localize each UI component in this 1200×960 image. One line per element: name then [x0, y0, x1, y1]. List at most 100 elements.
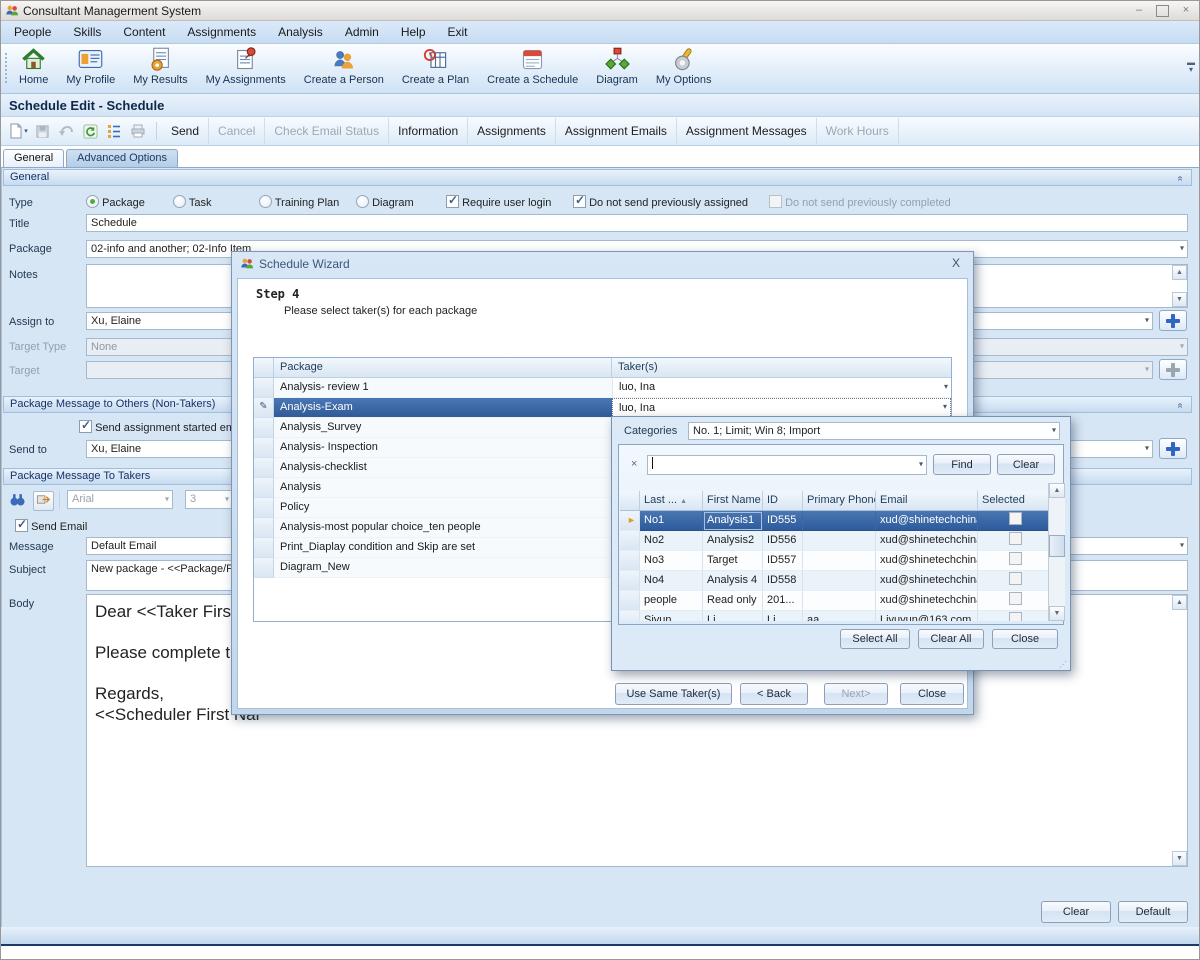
toolbar-overflow-button[interactable]: ▬▾ — [1185, 59, 1197, 73]
column-header-takers[interactable]: Taker(s) — [612, 358, 951, 378]
grid-cell-id[interactable]: Li... — [763, 611, 803, 621]
grid-cell-phone[interactable] — [803, 591, 876, 611]
scroll-thumb[interactable] — [1049, 535, 1065, 557]
column-primary-phone[interactable]: Primary Phone — [803, 491, 876, 511]
add-assignee-button[interactable] — [1159, 310, 1187, 331]
grid-cell-selected[interactable] — [978, 551, 1048, 571]
grid-cell-last[interactable]: Siyun — [640, 611, 703, 621]
tab-general[interactable]: General — [3, 149, 64, 167]
information-button[interactable]: Information — [389, 118, 468, 144]
menu-content[interactable]: Content — [112, 21, 176, 43]
radio-package[interactable]: Package — [86, 195, 145, 209]
send-button[interactable]: Send — [162, 118, 209, 144]
notes-scroll-down[interactable]: ▼ — [1172, 292, 1187, 307]
grid-cell-email[interactable]: Liyuyun@163.com — [876, 611, 978, 621]
wizard-taker-editor[interactable]: luo, Ina ▾ — [612, 398, 951, 418]
select-all-button[interactable]: Select All — [840, 629, 910, 649]
grid-cell-id[interactable]: ID558 — [763, 571, 803, 591]
menu-assignments[interactable]: Assignments — [176, 21, 267, 43]
wizard-close-button[interactable]: X — [949, 256, 963, 270]
send-email-checkbox[interactable]: Send Email — [15, 519, 87, 533]
default-button[interactable]: Default — [1118, 901, 1188, 923]
picker-close-button[interactable]: Close — [992, 629, 1058, 649]
maximize-button[interactable] — [1156, 5, 1169, 17]
scroll-up-arrow[interactable]: ▲ — [1049, 483, 1065, 498]
body-scroll-up[interactable]: ▲ — [1172, 595, 1187, 610]
home-button[interactable]: Home — [15, 44, 52, 88]
grid-cell-phone[interactable]: aa — [803, 611, 876, 621]
categories-combo[interactable]: No. 1; Limit; Win 8; Import ▾ — [688, 422, 1060, 440]
create-person-button[interactable]: Create a Person — [300, 44, 388, 88]
grid-cell-id[interactable]: ID555 — [763, 511, 803, 531]
grid-cell-selected[interactable] — [978, 511, 1048, 531]
require-user-login-checkbox[interactable]: Require user login — [446, 195, 551, 209]
tab-advanced-options[interactable]: Advanced Options — [66, 149, 178, 167]
column-selected[interactable]: Selected — [978, 491, 1048, 511]
find-text-button[interactable] — [9, 491, 26, 511]
radio-training-plan[interactable]: Training Plan — [259, 195, 339, 209]
general-group-header[interactable]: General « — [3, 169, 1192, 186]
selected-checkbox[interactable] — [1009, 552, 1022, 565]
column-first-name[interactable]: First Name — [703, 491, 763, 511]
column-email[interactable]: Email — [876, 491, 978, 511]
wizard-row-package[interactable]: Analysis- review 1 — [274, 378, 612, 398]
grid-cell-last[interactable]: people — [640, 591, 703, 611]
refresh-button[interactable] — [79, 122, 101, 140]
find-button[interactable]: Find — [933, 454, 991, 475]
my-options-button[interactable]: My Options — [652, 44, 716, 88]
dropdown-arrow-icon[interactable]: ▾ — [919, 456, 923, 471]
grid-cell-last[interactable]: No1 — [640, 511, 703, 531]
grid-cell-phone[interactable] — [803, 571, 876, 591]
grid-cell-first[interactable]: Target — [703, 551, 763, 571]
grid-cell-email[interactable]: xud@shinetechchina... — [876, 591, 978, 611]
menu-analysis[interactable]: Analysis — [267, 21, 334, 43]
new-document-button[interactable]: ▾ — [7, 122, 29, 140]
picker-scrollbar[interactable]: ▲ ▼ — [1048, 483, 1065, 621]
grid-cell-first[interactable]: Read only — [703, 591, 763, 611]
selected-checkbox[interactable] — [1009, 572, 1022, 585]
grid-cell-selected[interactable] — [978, 611, 1048, 621]
dropdown-arrow-icon[interactable]: ▾ — [943, 398, 947, 416]
my-assignments-button[interactable]: My Assignments — [202, 44, 290, 88]
grid-cell-phone[interactable] — [803, 511, 876, 531]
grid-cell-first-focused[interactable]: Analysis1 — [703, 511, 763, 531]
wizard-row-package-selected[interactable]: Analysis-Exam — [274, 398, 612, 418]
grid-cell-id[interactable]: 201... — [763, 591, 803, 611]
my-results-button[interactable]: My Results — [129, 44, 191, 88]
clear-button[interactable]: Clear — [1041, 901, 1111, 923]
assignments-button[interactable]: Assignments — [468, 118, 556, 144]
clear-all-button[interactable]: Clear All — [918, 629, 984, 649]
body-scroll-down[interactable]: ▼ — [1172, 851, 1187, 866]
grid-cell-email[interactable]: xud@shinetechchina... — [876, 511, 978, 531]
grid-cell-id[interactable]: ID557 — [763, 551, 803, 571]
menu-exit[interactable]: Exit — [437, 21, 479, 43]
menu-people[interactable]: People — [3, 21, 62, 43]
grid-cell-selected[interactable] — [978, 591, 1048, 611]
grid-cell-last[interactable]: No3 — [640, 551, 703, 571]
wizard-close-button-bottom[interactable]: Close — [900, 683, 964, 705]
notes-scroll-up[interactable]: ▲ — [1172, 265, 1187, 280]
selected-checkbox[interactable] — [1009, 592, 1022, 605]
selected-checkbox[interactable] — [1009, 612, 1022, 621]
minimize-button[interactable]: – — [1132, 4, 1146, 17]
menu-skills[interactable]: Skills — [62, 21, 112, 43]
column-id[interactable]: ID — [763, 491, 803, 511]
close-button[interactable]: × — [1179, 4, 1193, 17]
dropdown-arrow-icon[interactable]: ▾ — [944, 378, 948, 395]
my-profile-button[interactable]: My Profile — [62, 44, 119, 88]
grid-cell-email[interactable]: xud@shinetechchina... — [876, 531, 978, 551]
wizard-row-taker-combo[interactable]: luo, Ina ▾ — [612, 378, 951, 398]
grid-cell-selected[interactable] — [978, 531, 1048, 551]
dropdown-arrow-icon[interactable]: ▾ — [1180, 537, 1184, 552]
no-previously-assigned-checkbox[interactable]: Do not send previously assigned — [573, 195, 748, 209]
create-schedule-button[interactable]: Create a Schedule — [483, 44, 582, 88]
grid-cell-email[interactable]: xud@shinetechchina... — [876, 551, 978, 571]
grid-cell-email[interactable]: xud@shinetechchina... — [876, 571, 978, 591]
search-combo[interactable]: ▾ — [647, 455, 927, 475]
dropdown-arrow-icon[interactable]: ▾ — [1052, 422, 1056, 437]
radio-task[interactable]: Task — [173, 195, 211, 209]
menu-admin[interactable]: Admin — [334, 21, 390, 43]
grid-cell-first[interactable]: Analysis 4 — [703, 571, 763, 591]
grid-cell-phone[interactable] — [803, 551, 876, 571]
add-send-to-button[interactable] — [1159, 438, 1187, 459]
